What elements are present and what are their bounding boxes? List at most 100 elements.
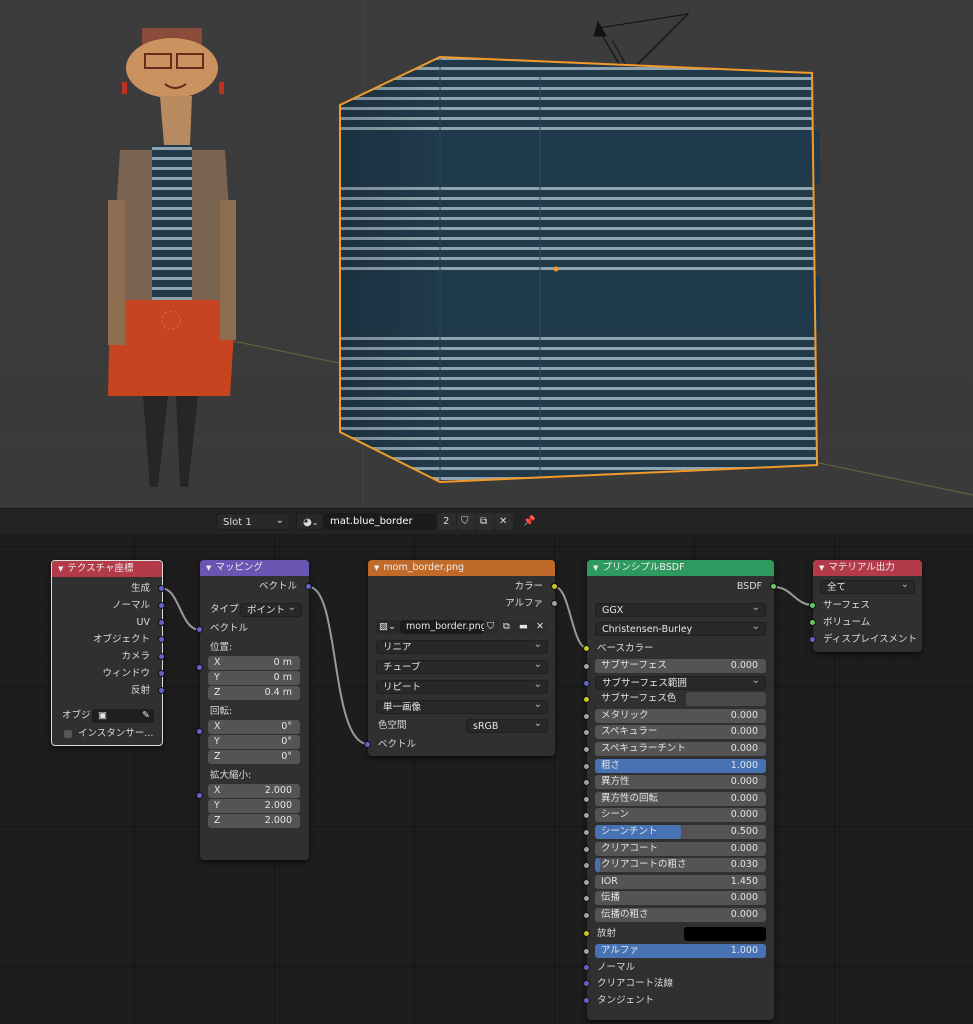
node-header[interactable]: ▼ マテリアル出力 [813, 560, 922, 576]
slot-dropdown[interactable]: Slot 1 ⌄ [216, 513, 290, 530]
emission-color-swatch[interactable] [684, 927, 766, 941]
bsdf-field-6[interactable]: 粗さ 1.000 [595, 758, 766, 773]
texture-coordinate-node[interactable]: ▼ テクスチャ座標 生成 ノーマル UV オブジェクト カメラ ウィンドウ 反射 … [51, 560, 165, 746]
node-header[interactable]: ▼ マッピング [200, 560, 309, 576]
bsdf-field-5[interactable]: スペキュラーチント 0.000 [595, 742, 766, 756]
bsdf-field-0[interactable]: サブサーフェス 0.000 [595, 659, 766, 673]
bsdf-field-9[interactable]: シーン 0.000 [595, 808, 766, 823]
socket-displacement[interactable] [809, 636, 816, 643]
image-name-field[interactable]: mom_border.png [400, 620, 484, 634]
material-output-node[interactable]: ▼マテリアル出力 全て サーフェス ボリューム ディスプレイスメント [809, 560, 922, 652]
scale-x-field[interactable]: X 2.000 [208, 784, 300, 798]
socket-alpha[interactable] [583, 948, 590, 955]
socket-bsdf-input-13[interactable] [583, 878, 590, 886]
colorspace-dropdown[interactable]: sRGB [466, 719, 548, 733]
socket-vector-out[interactable] [305, 583, 312, 590]
rotation-z-field[interactable]: Z 0° [208, 750, 300, 764]
socket-bsdf-input-15[interactable] [583, 912, 590, 919]
bsdf-field-3[interactable]: メタリック 0.000 [595, 708, 766, 723]
principled-bsdf-node[interactable]: ▼プリンシプルBSDF BSDF GGX Christensen-Burley … [583, 560, 777, 1020]
socket-camera[interactable] [158, 653, 165, 660]
bsdf-field-2[interactable]: サブサーフェス色 [595, 692, 766, 707]
type-dropdown[interactable]: ポイント [240, 603, 302, 617]
socket-scale[interactable] [196, 792, 203, 799]
source-dropdown[interactable]: 単一画像 [376, 700, 548, 714]
socket-reflection[interactable] [158, 687, 165, 694]
bsdf-field-10[interactable]: シーンチント 0.500 [595, 825, 766, 839]
socket-uv[interactable] [158, 619, 165, 626]
alpha-field[interactable]: アルファ 1.000 [595, 944, 766, 958]
socket-surface[interactable] [809, 602, 816, 609]
extension-dropdown[interactable]: リピート [376, 680, 548, 694]
duplicate-material-button[interactable]: ⧉ [476, 513, 494, 530]
bsdf-field-12[interactable]: クリアコートの粗さ 0.030 [595, 858, 766, 873]
pin-button[interactable]: 📌 [519, 513, 537, 530]
socket-bsdf-input-4[interactable] [583, 729, 590, 737]
socket-vector-in[interactable] [196, 626, 203, 633]
node-editor[interactable]: ▼ テクスチャ座標 生成 ノーマル UV オブジェクト カメラ ウィンドウ 反射 … [0, 534, 973, 1024]
3d-viewport[interactable] [0, 0, 973, 508]
location-z-field[interactable]: Z 0.4 m [208, 686, 300, 700]
socket-bsdf-input-2[interactable] [583, 696, 590, 704]
scale-z-field[interactable]: Z 2.000 [208, 814, 300, 828]
socket-bsdf-input-8[interactable] [583, 795, 590, 803]
node-header[interactable]: ▼ プリンシプルBSDF [587, 560, 774, 576]
fake-user-button[interactable]: ⛉ [485, 620, 500, 634]
unlink-material-button[interactable]: ✕ [495, 513, 513, 530]
socket-bsdf-input-9[interactable] [583, 812, 590, 820]
instancer-checkbox[interactable] [64, 730, 72, 738]
location-y-field[interactable]: Y 0 m [208, 671, 300, 685]
socket-normal[interactable] [158, 602, 165, 609]
socket-bsdf-input-5[interactable] [583, 746, 590, 753]
user-count-button[interactable]: 2 [438, 513, 456, 530]
socket-bsdf-input-14[interactable] [583, 895, 590, 903]
socket-color[interactable] [551, 583, 558, 590]
distribution-dropdown[interactable]: GGX [595, 603, 766, 617]
socket-bsdf-input-0[interactable] [583, 663, 590, 670]
socket-vector-in[interactable] [364, 741, 371, 748]
socket-bsdf-out[interactable] [770, 583, 777, 590]
image-browse-button[interactable]: ▨⌄ [376, 620, 400, 634]
rotation-x-field[interactable]: X 0° [208, 720, 300, 734]
socket-rotation[interactable] [196, 728, 203, 735]
socket-bsdf-input-7[interactable] [583, 779, 590, 787]
subsurface-color-swatch[interactable] [686, 692, 766, 707]
bsdf-field-4[interactable]: スペキュラー 0.000 [595, 725, 766, 740]
scale-y-field[interactable]: Y 2.000 [208, 799, 300, 813]
socket-bsdf-input-6[interactable] [583, 762, 590, 770]
bsdf-field-11[interactable]: クリアコート 0.000 [595, 841, 766, 856]
socket-bsdf-input-1[interactable] [583, 679, 590, 687]
material-name-field[interactable]: mat.blue_border [324, 513, 436, 530]
rotation-y-field[interactable]: Y 0° [208, 735, 300, 749]
socket-alpha[interactable] [551, 600, 558, 607]
bsdf-field-14[interactable]: 伝播 0.000 [595, 891, 766, 906]
duplicate-image-button[interactable]: ⧉ [501, 620, 516, 634]
socket-clearcoat-normal[interactable] [583, 980, 590, 987]
open-image-button[interactable]: ▬ [517, 620, 532, 634]
socket-tangent[interactable] [583, 997, 590, 1004]
socket-base-color[interactable] [583, 645, 590, 652]
socket-bsdf-input-3[interactable] [583, 712, 590, 720]
bsdf-field-1[interactable]: サブサーフェス範囲 [595, 675, 766, 690]
bsdf-field-15[interactable]: 伝播の粗さ 0.000 [595, 908, 766, 922]
bsdf-field-13[interactable]: IOR 1.450 [595, 874, 766, 889]
socket-bsdf-input-11[interactable] [583, 845, 590, 853]
socket-normal[interactable] [583, 964, 590, 971]
image-texture-node[interactable]: ▼ mom_border.png カラー アルファ ▨⌄ mom_border.p… [364, 560, 558, 756]
socket-object[interactable] [158, 636, 165, 643]
subsurface-method-dropdown[interactable]: Christensen-Burley [595, 622, 766, 636]
node-header[interactable]: ▼ テクスチャ座標 [52, 561, 162, 577]
mapping-node[interactable]: ▼マッピング ベクトル タイプ ポイント ベクトル 位置: X0 m Y0 m … [196, 560, 312, 860]
bsdf-field-8[interactable]: 異方性の回転 0.000 [595, 791, 766, 806]
object-field[interactable]: ▣ ✎ [92, 709, 154, 723]
bsdf-field-7[interactable]: 異方性 0.000 [595, 775, 766, 790]
socket-emission[interactable] [583, 930, 590, 937]
node-header[interactable]: ▼ mom_border.png [368, 560, 555, 576]
socket-generated[interactable] [158, 585, 165, 592]
socket-volume[interactable] [809, 619, 816, 626]
projection-dropdown[interactable]: チューブ [376, 660, 548, 674]
socket-bsdf-input-10[interactable] [583, 829, 590, 836]
socket-location[interactable] [196, 664, 203, 671]
target-dropdown[interactable]: 全て [820, 580, 915, 594]
socket-window[interactable] [158, 670, 165, 677]
